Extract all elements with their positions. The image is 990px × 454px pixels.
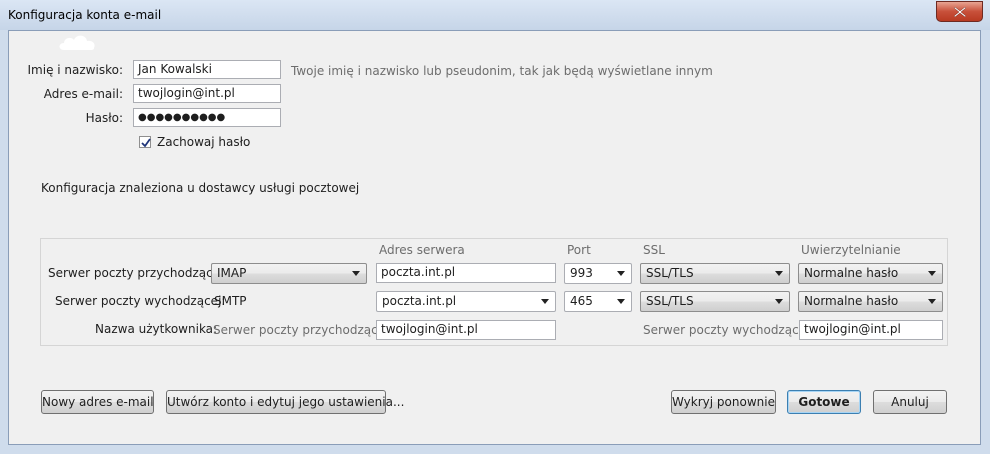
- chevron-down-icon: [928, 299, 936, 304]
- checkmark-icon: [141, 138, 151, 148]
- outgoing-protocol-text: SMTP: [214, 294, 247, 308]
- incoming-username-input[interactable]: twojlogin@int.pl: [376, 320, 556, 340]
- incoming-ssl-value: SSL/TLS: [646, 266, 694, 280]
- incoming-protocol-value: IMAP: [217, 266, 247, 280]
- outgoing-auth-value: Normalne hasło: [804, 294, 899, 308]
- chevron-down-icon: [775, 299, 783, 304]
- outgoing-username-label: Serwer poczty wychodzącej:: [643, 323, 814, 337]
- header-server-address: Adres serwera: [379, 243, 465, 257]
- config-status-text: Konfiguracja znaleziona u dostawcy usług…: [41, 181, 360, 195]
- remember-password-checkbox[interactable]: [139, 136, 151, 148]
- incoming-ssl-select[interactable]: SSL/TLS: [640, 263, 790, 284]
- incoming-protocol-select[interactable]: IMAP: [211, 263, 367, 284]
- window-title: Konfiguracja konta e-mail: [8, 8, 162, 22]
- name-hint: Twoje imię i nazwisko lub pseudonim, tak…: [291, 64, 713, 78]
- chevron-down-icon: [541, 299, 549, 304]
- cancel-button[interactable]: Anuluj: [873, 390, 947, 414]
- chevron-down-icon: [928, 271, 936, 276]
- outgoing-username-input[interactable]: twojlogin@int.pl: [799, 320, 943, 340]
- password-label: Hasło:: [85, 111, 123, 125]
- create-and-edit-account-button[interactable]: Utwórz konto i edytuj jego ustawienia...: [166, 390, 404, 414]
- chevron-down-icon: [352, 271, 360, 276]
- outgoing-server-address-value: poczta.int.pl: [382, 294, 457, 308]
- chevron-down-icon: [617, 271, 625, 276]
- new-email-address-button[interactable]: Nowy adres e-mail: [41, 390, 154, 414]
- outgoing-ssl-value: SSL/TLS: [646, 294, 694, 308]
- incoming-auth-select[interactable]: Normalne hasło: [798, 263, 943, 284]
- retest-button[interactable]: Wykryj ponownie: [671, 390, 776, 414]
- incoming-server-label: Serwer poczty przychodzącej:: [48, 266, 228, 280]
- incoming-port-combobox[interactable]: 993: [564, 263, 632, 284]
- chevron-down-icon: [775, 271, 783, 276]
- title-bar[interactable]: Konfiguracja konta e-mail: [0, 0, 990, 30]
- cloud-icon: [59, 35, 95, 50]
- header-ssl: SSL: [643, 243, 665, 257]
- incoming-server-address-input[interactable]: poczta.int.pl: [376, 263, 556, 283]
- header-port: Port: [567, 243, 591, 257]
- email-input[interactable]: twojlogin@int.pl: [133, 84, 281, 103]
- incoming-username-label: Serwer poczty przychodzącej:: [213, 323, 393, 337]
- remember-password-label[interactable]: Zachowaj hasło: [157, 135, 250, 149]
- outgoing-server-label: Serwer poczty wychodzącej:: [55, 294, 226, 308]
- outgoing-auth-select[interactable]: Normalne hasło: [798, 291, 943, 312]
- close-icon: [953, 6, 966, 17]
- header-authentication: Uwierzytelnianie: [801, 243, 901, 257]
- close-button[interactable]: [936, 1, 983, 22]
- name-input[interactable]: Jan Kowalski: [133, 60, 281, 79]
- outgoing-port-value: 465: [570, 294, 593, 308]
- name-label: Imię i nazwisko:: [27, 63, 123, 77]
- outgoing-server-address-combobox[interactable]: poczta.int.pl: [376, 291, 556, 312]
- done-button[interactable]: Gotowe: [787, 390, 861, 414]
- incoming-port-value: 993: [570, 266, 593, 280]
- username-label: Nazwa użytkownika:: [95, 322, 218, 336]
- email-label: Adres e-mail:: [43, 87, 123, 101]
- outgoing-ssl-select[interactable]: SSL/TLS: [640, 291, 790, 312]
- outgoing-port-combobox[interactable]: 465: [564, 291, 632, 312]
- incoming-auth-value: Normalne hasło: [804, 266, 899, 280]
- password-input[interactable]: ●●●●●●●●●●: [133, 108, 281, 127]
- chevron-down-icon: [617, 299, 625, 304]
